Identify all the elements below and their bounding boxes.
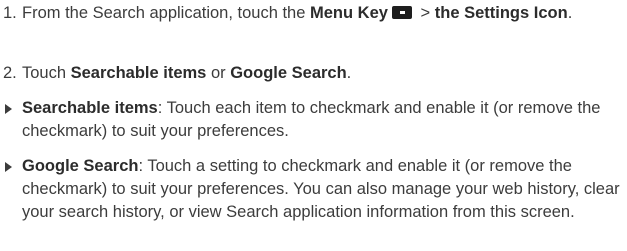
bullet-triangle-icon — [5, 104, 12, 114]
bullet-triangle-icon — [5, 162, 12, 172]
step-number: 2. — [3, 64, 17, 82]
step-text: Touch Searchable items or Google Search. — [22, 64, 352, 82]
menu-key-icon — [391, 6, 412, 19]
manual-page: 1. From the Search application, touch th… — [0, 0, 627, 251]
step-number: 1. — [3, 4, 17, 22]
bullet-text: Google Search: Touch a setting to checkm… — [22, 157, 620, 221]
settings-icon-label: the Settings Icon — [434, 4, 568, 22]
menu-key-label: Menu Key — [310, 4, 388, 22]
google-search-label: Google Search — [230, 64, 347, 82]
searchable-items-label: Searchable items — [70, 64, 207, 82]
step-text: From the Search application, touch the M… — [22, 4, 573, 22]
bullet-text: Searchable items: Touch each item to che… — [22, 99, 601, 140]
